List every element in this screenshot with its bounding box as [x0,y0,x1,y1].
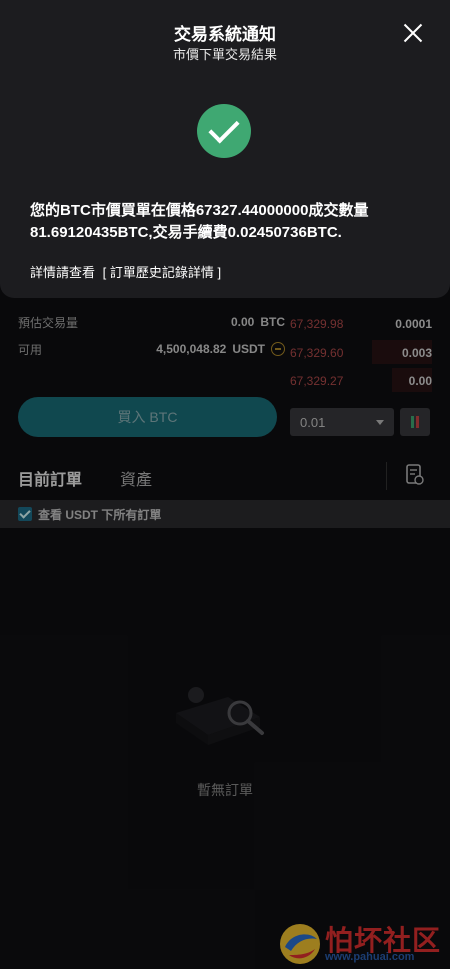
modal-title: 交易系統通知 [174,25,276,44]
success-check-icon [197,104,251,158]
message-line: 81.69120435BTC,交易手續費0.02450736BTC. [30,224,342,241]
detail-row: 詳情請查看 [ 訂單歷史記錄詳情 ] [30,262,221,281]
close-icon[interactable] [402,22,424,44]
trade-result-message: 您的BTC市價買單在價格67327.44000000成交數量 81.691204… [30,200,430,244]
modal-subtitle: 市價下單交易結果 [172,47,277,62]
detail-prefix: 詳情請查看 [30,265,96,280]
order-history-link[interactable]: [ 訂單歷史記錄詳情 ] [103,265,221,280]
message-line: 您的BTC市價買單在價格67327.44000000成交數量 [30,202,369,219]
trade-notification-modal: 交易系統通知 市價下單交易結果 您的BTC市價買單在價格67327.440000… [0,0,450,298]
